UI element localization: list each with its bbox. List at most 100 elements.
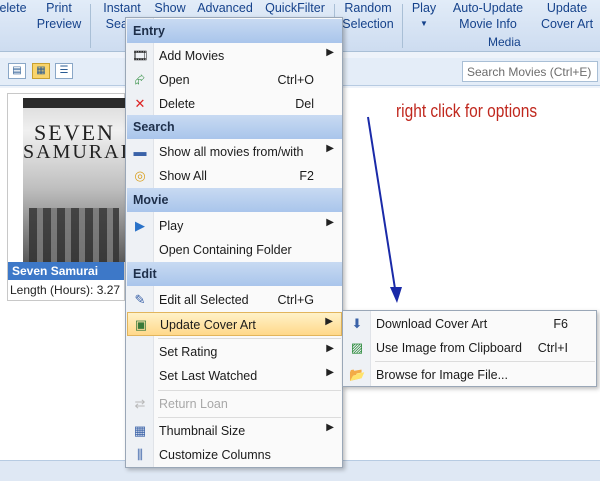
ribbon-label: Movie Info: [459, 17, 517, 31]
menu-section-edit: Edit: [127, 262, 342, 286]
ribbon-label: Advanced: [197, 1, 253, 15]
menu-item-set-rating[interactable]: Set Rating ▶: [127, 340, 342, 364]
play-circle-icon: ▶: [135, 218, 145, 233]
folder-icon: 📂: [349, 367, 366, 382]
length-value: 3.27: [96, 283, 121, 297]
random-selection-button[interactable]: Random Selection: [340, 0, 396, 32]
menu-item-play[interactable]: ▶ Play ▶: [127, 214, 342, 238]
return-loan-icon: ⇄: [134, 396, 146, 411]
film-reel-icon: 🎞: [132, 48, 149, 63]
menu-label: Thumbnail Size: [159, 424, 246, 438]
view-thumbnail-icon[interactable]: ▦: [32, 63, 50, 79]
menu-section-search: Search: [127, 115, 342, 139]
ribbon-label: Auto-Update: [452, 1, 524, 15]
menu-label: Show All: [159, 169, 207, 183]
menu-label: Open: [159, 73, 190, 87]
menu-item-add-movies[interactable]: 🎞 Add Movies ▶: [127, 44, 342, 68]
menu-item-open[interactable]: ⮳ Open Ctrl+O: [127, 68, 342, 92]
annotation-arrow: [367, 116, 402, 303]
movie-title[interactable]: Seven Samurai: [8, 262, 124, 280]
columns-icon: ⫼: [137, 447, 143, 462]
delete-x-icon: ✕: [134, 96, 146, 111]
clipboard-image-icon: ▨: [350, 340, 364, 355]
submenu-arrow-icon: ▶: [326, 422, 334, 433]
edit-wand-icon: ✎: [134, 292, 146, 307]
ribbon-label: Play: [411, 1, 437, 15]
menu-label: Return Loan: [159, 397, 228, 411]
ribbon-label: QuickFilter: [265, 1, 325, 15]
poster-figures: [29, 208, 119, 262]
submenu-arrow-icon: ▶: [326, 143, 334, 154]
menu-section-entry: Entry: [127, 19, 342, 43]
menu-item-edit-all[interactable]: ✎ Edit all Selected Ctrl+G: [127, 288, 342, 312]
movie-length: Length (Hours): 3.27: [10, 283, 120, 297]
disc-icon: ◎: [134, 168, 146, 183]
menu-label: Download Cover Art: [376, 317, 488, 331]
auto-update-button[interactable]: Auto-Update Movie Info: [446, 0, 530, 32]
poster-title-line2: SAMURAI: [23, 141, 126, 163]
quickfilter-button[interactable]: QuickFilter: [262, 0, 328, 16]
show-button[interactable]: Show: [150, 0, 190, 16]
cover-art-submenu: ⬇ Download Cover Art F6 ▨ Use Image from…: [342, 310, 597, 387]
menu-separator: [158, 338, 341, 339]
menu-label: Set Rating: [159, 345, 218, 359]
movie-poster[interactable]: SEVEN SAMURAI: [23, 98, 126, 262]
dropdown-caret-icon: ▼: [420, 19, 428, 28]
length-label: Length (Hours):: [10, 283, 94, 297]
advanced-button[interactable]: Advanced: [194, 0, 256, 16]
search-input[interactable]: Search Movies (Ctrl+E): [462, 61, 598, 82]
view-list-icon[interactable]: ▤: [8, 63, 26, 79]
print-preview-button[interactable]: Print Preview: [36, 0, 82, 32]
ribbon-label: Selection: [342, 17, 394, 31]
menu-label: Browse for Image File...: [376, 368, 508, 382]
ribbon-label: Preview: [36, 17, 82, 31]
menu-item-download-cover-art[interactable]: ⬇ Download Cover Art F6: [344, 312, 596, 336]
image-icon: ▣: [134, 317, 148, 332]
menu-item-open-folder[interactable]: Open Containing Folder: [127, 238, 342, 262]
context-menu: Entry 🎞 Add Movies ▶ ⮳ Open Ctrl+O ✕ Del…: [125, 17, 343, 468]
menu-item-delete[interactable]: ✕ Delete Del: [127, 92, 342, 116]
download-icon: ⬇: [351, 316, 363, 331]
menu-item-show-all[interactable]: ◎ Show All F2: [127, 164, 342, 188]
menu-section-movie: Movie: [127, 188, 342, 212]
menu-shortcut: Ctrl+G: [277, 293, 314, 307]
view-details-icon[interactable]: ☰: [55, 63, 73, 79]
menu-separator: [375, 361, 595, 362]
ribbon-label: Instant: [103, 1, 141, 15]
menu-item-use-clipboard[interactable]: ▨ Use Image from Clipboard Ctrl+I: [344, 336, 596, 360]
ribbon-label: Show: [154, 1, 186, 15]
submenu-arrow-icon: ▶: [326, 367, 334, 378]
poster-banner: [23, 98, 126, 108]
menu-label: Customize Columns: [159, 448, 271, 462]
menu-label: Use Image from Clipboard: [376, 341, 522, 355]
menu-shortcut: F2: [299, 169, 314, 183]
menu-item-update-cover-art[interactable]: ▣ Update Cover Art ▶: [127, 312, 342, 336]
menu-shortcut: Ctrl+I: [537, 341, 568, 355]
menu-item-customize-columns[interactable]: ⫼ Customize Columns: [127, 443, 342, 467]
menu-label: Set Last Watched: [159, 369, 258, 383]
menu-separator: [158, 390, 341, 391]
submenu-arrow-icon: ▶: [326, 343, 334, 354]
menu-item-return-loan: ⇄ Return Loan: [127, 392, 342, 416]
delete-ribbon-button[interactable]: elete: [0, 0, 28, 16]
menu-shortcut: Del: [295, 97, 314, 111]
menu-item-browse-image[interactable]: 📂 Browse for Image File...: [344, 363, 596, 387]
menu-item-set-last-watched[interactable]: Set Last Watched ▶: [127, 364, 342, 388]
submenu-arrow-icon: ▶: [325, 316, 333, 327]
open-arrow-icon: ⮳: [134, 72, 146, 87]
play-button[interactable]: Play ▼: [408, 0, 440, 32]
menu-label: Play: [159, 219, 184, 233]
menu-label: Add Movies: [159, 49, 225, 63]
ribbon-label: elete: [0, 1, 27, 15]
update-cover-art-button[interactable]: Update Cover Art: [536, 0, 598, 32]
ribbon-label: Random: [344, 1, 392, 15]
group-label-media: Media: [488, 35, 521, 49]
menu-item-thumbnail-size[interactable]: ▦ Thumbnail Size ▶: [127, 419, 342, 443]
menu-label: Open Containing Folder: [159, 243, 292, 257]
menu-shortcut: Ctrl+O: [277, 73, 314, 87]
submenu-arrow-icon: ▶: [326, 217, 334, 228]
menu-item-show-all-from[interactable]: ▬ Show all movies from/with ▶: [127, 140, 342, 164]
ribbon-label: Print: [46, 1, 72, 15]
submenu-arrow-icon: ▶: [326, 47, 334, 58]
menu-label: Update Cover Art: [160, 318, 256, 332]
